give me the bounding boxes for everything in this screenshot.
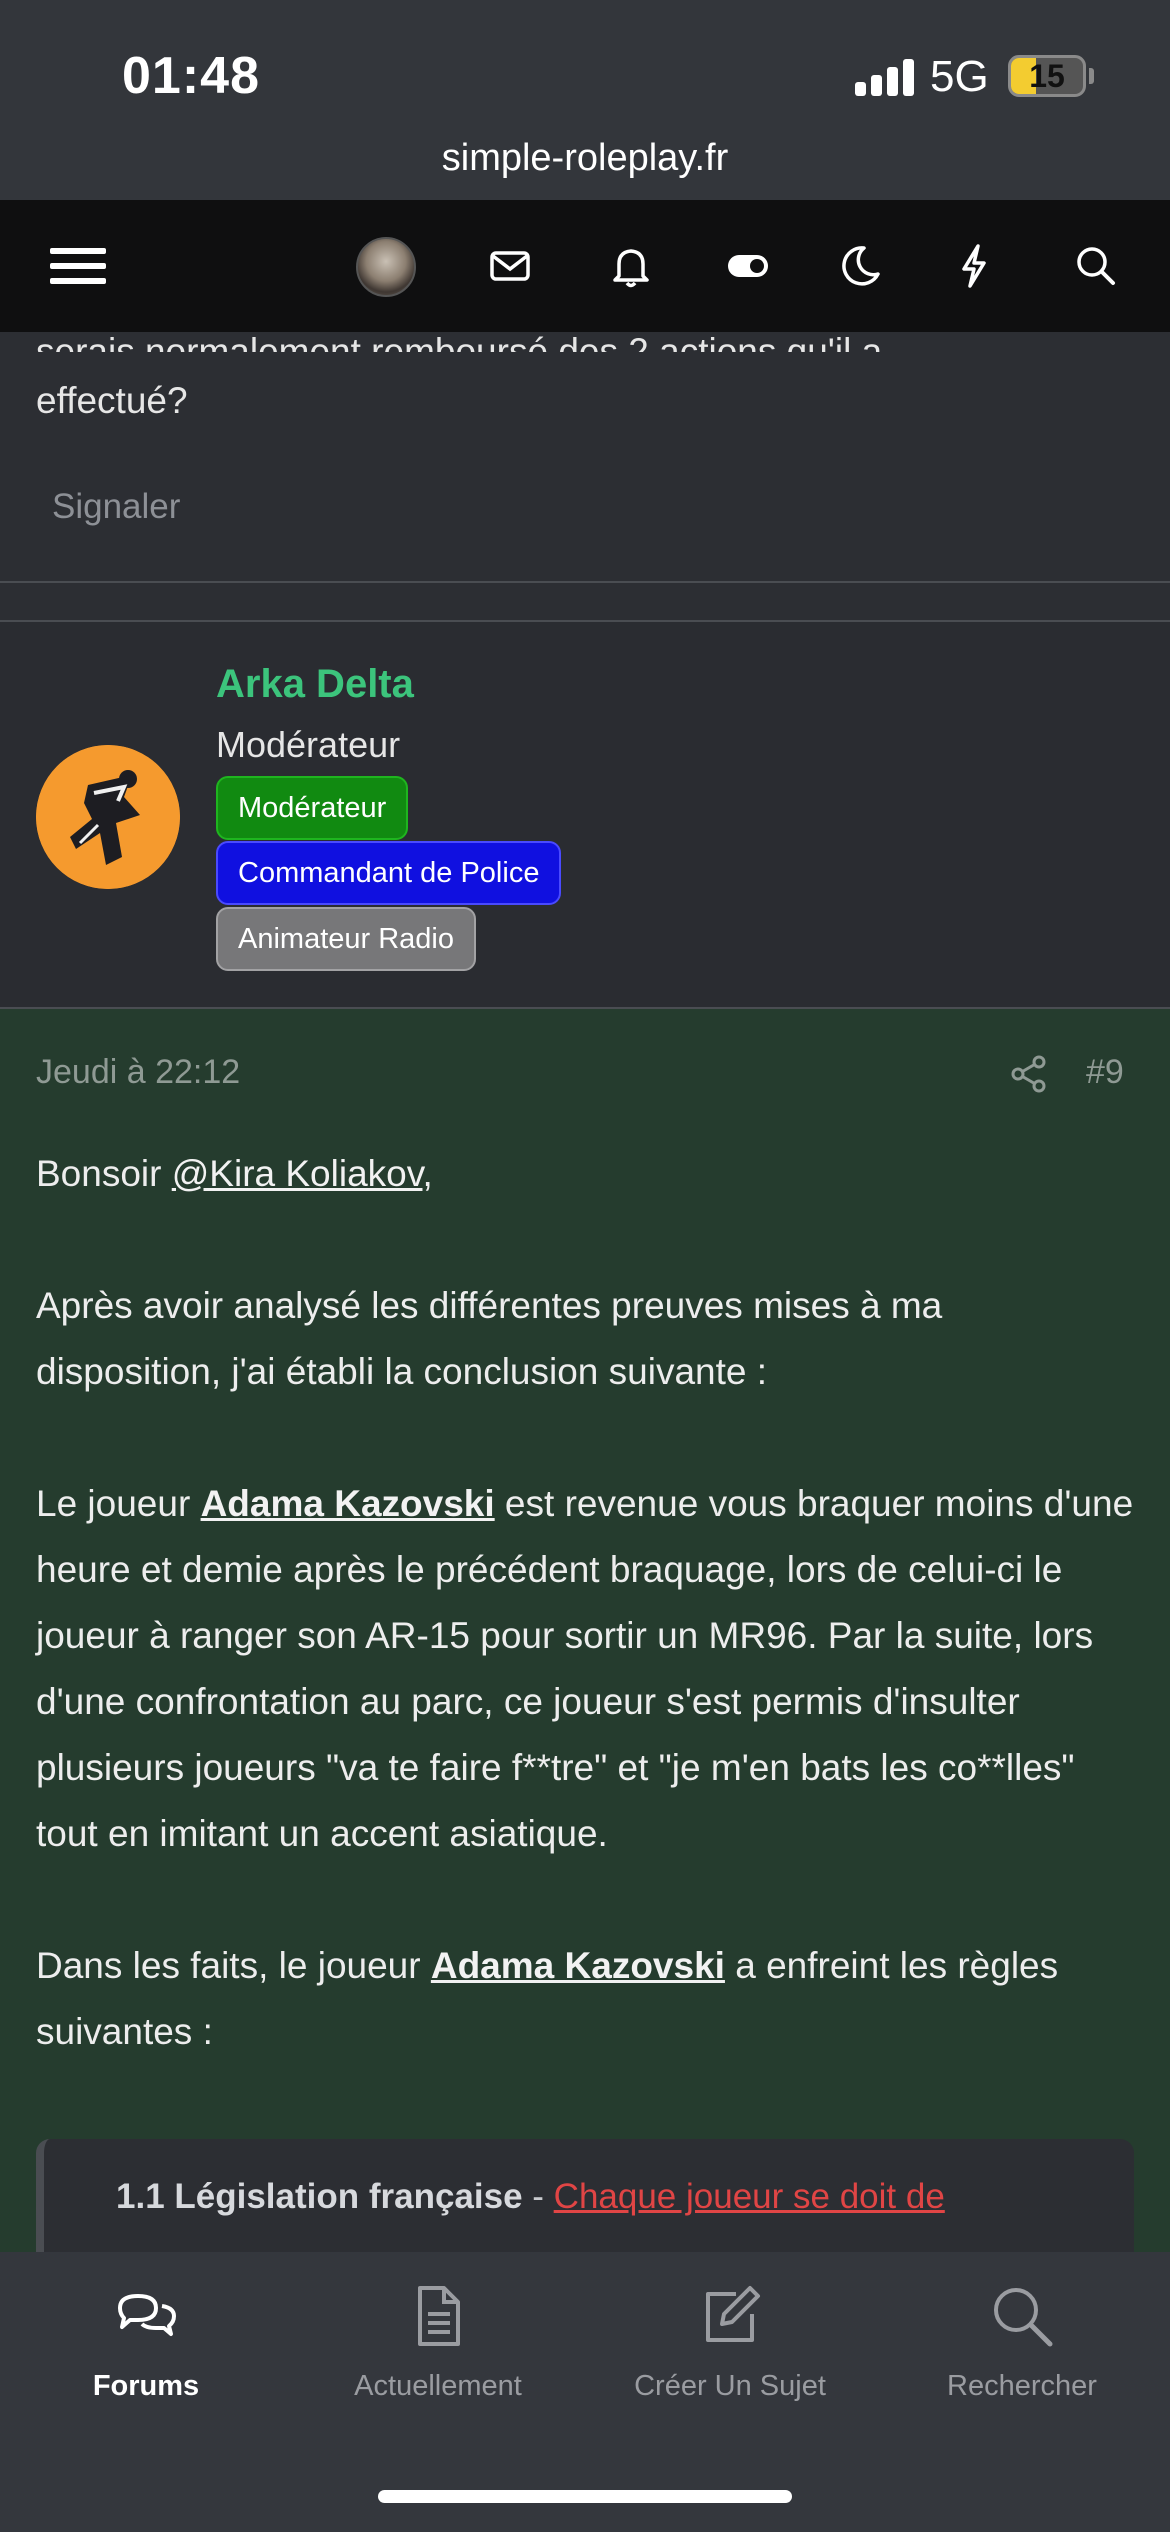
search-icon[interactable] (1066, 236, 1126, 296)
user-avatar[interactable] (356, 237, 416, 297)
battery-level: 15 (1029, 58, 1065, 94)
post-body: Jeudi à 22:12 #9 Bonsoir @Kira Koliakov,… (0, 1009, 1170, 2252)
greeting: Bonsoir @Kira Koliakov, (36, 1141, 1136, 1207)
paragraph-text: Dans les faits, le joueur (36, 1945, 431, 1986)
share-icon[interactable] (1008, 1053, 1050, 1095)
tab-label: Rechercher (947, 2370, 1097, 2402)
tab-search[interactable]: Rechercher (876, 2282, 1168, 2442)
badge-police-commander: Commandant de Police (216, 841, 562, 905)
quote-text: 1.1 Législation française - Chaque joueu… (116, 2177, 945, 2217)
menu-icon[interactable] (48, 236, 108, 296)
paragraph: Après avoir analysé les différentes preu… (36, 1285, 943, 1392)
network-label: 5G (930, 52, 989, 101)
previous-post: serais normalement remboursé des 2 actio… (0, 331, 1170, 582)
author-avatar[interactable] (36, 745, 180, 889)
document-icon (418, 2286, 460, 2346)
quote-title: 1.1 Législation française (116, 2177, 523, 2216)
paragraph: Dans les faits, le joueur Adama Kazovski… (36, 1933, 1136, 2065)
report-link[interactable]: Signaler (52, 487, 180, 527)
paragraph-text: Le joueur (36, 1483, 201, 1524)
user-mention[interactable]: @Kira Koliakov (172, 1153, 423, 1194)
url-bar[interactable]: simple-roleplay.fr (0, 137, 1170, 180)
rule-quote: 1.1 Législation française - Chaque joueu… (36, 2139, 1134, 2252)
top-navbar (0, 200, 1170, 332)
post-number[interactable]: #9 (1086, 1053, 1124, 1092)
post-author: Arka Delta Modérateur Modérateur Command… (0, 622, 1170, 1007)
bell-icon[interactable] (601, 236, 661, 296)
tab-current[interactable]: Actuellement (292, 2282, 584, 2442)
tab-label: Actuellement (354, 2370, 522, 2402)
badge-moderator: Modérateur (216, 776, 409, 840)
signal-icon (855, 56, 915, 96)
player-mention[interactable]: Adama Kazovski (431, 1945, 725, 1986)
rule-link[interactable]: Chaque joueur se doit de (554, 2177, 945, 2216)
tab-label: Créer Un Sujet (634, 2370, 826, 2402)
quote-separator: - (522, 2177, 554, 2216)
greeting-text: Bonsoir (36, 1153, 172, 1194)
author-title: Modérateur (216, 724, 401, 765)
mail-icon[interactable] (480, 236, 540, 296)
player-mention[interactable]: Adama Kazovski (201, 1483, 495, 1524)
home-indicator[interactable] (378, 2490, 792, 2503)
toggle-icon[interactable] (718, 236, 778, 296)
tab-forums[interactable]: Forums (0, 2282, 292, 2442)
post-content: Bonsoir @Kira Koliakov, Après avoir anal… (36, 1141, 1136, 2131)
bolt-icon[interactable] (944, 236, 1004, 296)
battery-tip (1089, 68, 1094, 84)
paragraph-text: est revenue vous braquer moins d'une heu… (36, 1483, 1134, 1854)
greeting-text: , (422, 1153, 433, 1194)
battery-icon: 15 (1008, 55, 1086, 97)
previous-post-text: effectué? (36, 380, 188, 421)
post-gap (0, 583, 1170, 621)
edit-icon (706, 2286, 760, 2342)
tab-label: Forums (92, 2370, 200, 2402)
search-icon (994, 2288, 1053, 2347)
paragraph: Le joueur Adama Kazovski est revenue vou… (36, 1471, 1136, 1867)
badge-radio-host: Animateur Radio (216, 907, 476, 971)
author-name[interactable]: Arka Delta (216, 662, 414, 707)
chat-bubbles-icon (118, 2294, 176, 2336)
status-time: 01:48 (122, 47, 260, 105)
status-bar: 01:48 5G 15 simple-roleplay.fr (0, 0, 1170, 200)
post-date[interactable]: Jeudi à 22:12 (36, 1053, 240, 1092)
moon-icon[interactable] (830, 236, 890, 296)
tab-create-topic[interactable]: Créer Un Sujet (584, 2282, 876, 2442)
